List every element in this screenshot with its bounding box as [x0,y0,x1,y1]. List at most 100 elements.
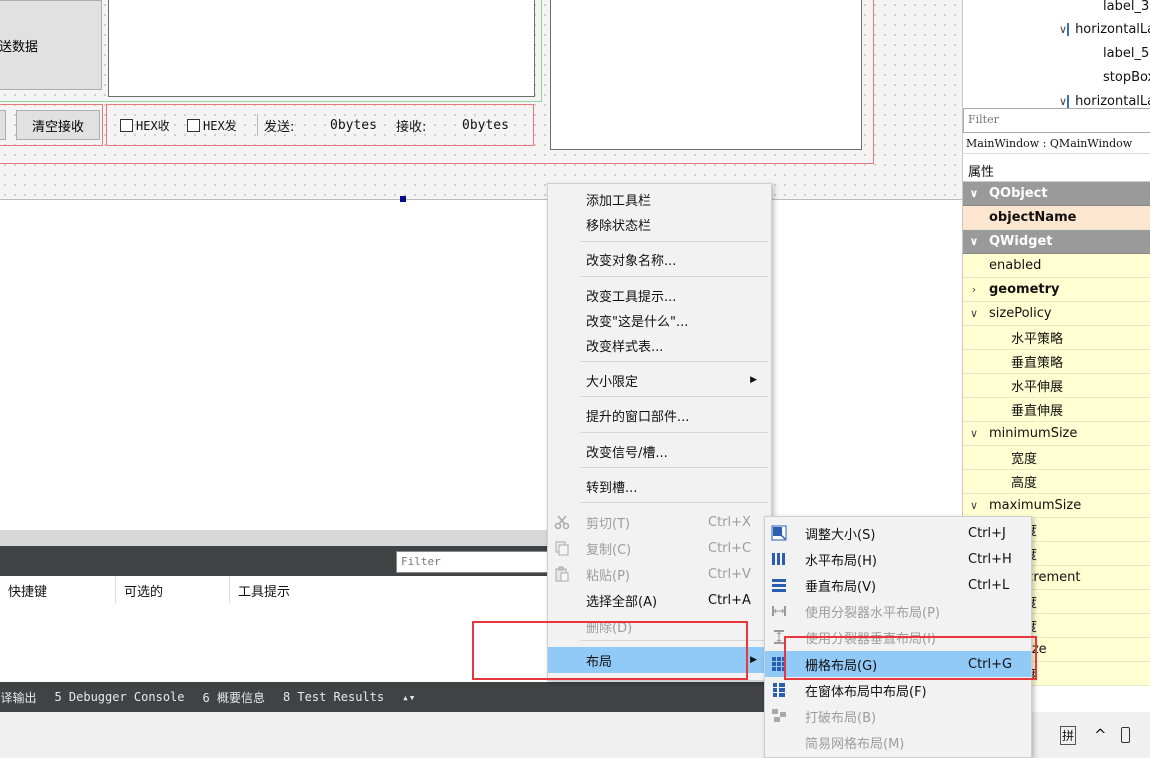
annotation-box-grid-layout [784,636,1037,680]
chevron-down-icon[interactable]: ∨ [1059,23,1067,36]
tab-summary[interactable]: 6 概要信息 [203,689,265,706]
column-tooltip[interactable]: 工具提示 [230,576,430,604]
left-button[interactable] [0,110,6,140]
menu-item-splitter-horizontal[interactable]: 使用分裂器水平布局(P) [765,598,1031,624]
ime-icon[interactable]: 拼 [1060,725,1077,745]
property-name: geometry [989,282,1060,297]
property-name: 水平伸展 [1011,380,1064,395]
column-shortcut[interactable]: 快捷键 [0,576,116,604]
menu-item-adjust-size[interactable]: 调整大小(S) Ctrl+J [765,520,1031,546]
chevron-up-icon[interactable]: ^ [1094,726,1107,744]
vertical-divider [257,114,258,136]
tab-test-results[interactable]: 8 Test Results [283,690,384,704]
menu-separator [580,361,768,362]
chevron-down-icon[interactable]: ∨ [965,427,983,440]
break-layout-icon [772,709,786,722]
menu-item-simplify-grid[interactable]: 简易网格布局(M) [765,729,1031,755]
property-name: 垂直伸展 [1011,404,1064,419]
tree-item[interactable]: stopBox [963,65,1150,89]
menu-item-change-stylesheet[interactable]: 改变样式表... [548,332,771,358]
menu-item-select-all[interactable]: 选择全部(A) Ctrl+A [548,587,771,613]
hex-send-checkbox[interactable]: HEX发 [187,114,237,136]
send-data-button[interactable]: 送数据 [0,0,102,90]
tree-item[interactable]: label_5 [963,41,1150,65]
property-row[interactable]: 水平策略 [963,326,1150,350]
tree-item-label: horizontalLayout [1075,93,1150,109]
menu-item-change-whats-this[interactable]: 改变"这是什么"... [548,307,771,333]
menu-item-horizontal-layout[interactable]: 水平布局(H) Ctrl+H [765,546,1031,572]
property-name: enabled [989,258,1042,273]
hex-receive-checkbox[interactable]: HEX收 [120,114,170,136]
menu-item-size-constraints[interactable]: 大小限定 ▶ [548,367,771,393]
property-row[interactable]: ∨ maximumSize [963,494,1150,518]
menu-item-vertical-layout[interactable]: 垂直布局(V) Ctrl+L [765,572,1031,598]
system-tray: 拼 ^ [1032,712,1150,758]
property-row[interactable]: › geometry [963,278,1150,302]
checkbox-box [187,118,200,132]
menu-separator [580,502,768,503]
menu-item-change-object-name[interactable]: 改变对象名称... [548,246,771,272]
menu-item-cut[interactable]: 剪切(T) Ctrl+X [548,509,771,535]
property-row[interactable]: 宽度 [963,446,1150,470]
receive-text-edit[interactable] [550,0,862,150]
menu-item-remove-statusbar[interactable]: 移除状态栏 [548,211,771,237]
property-row[interactable]: enabled [963,254,1150,278]
central-widget[interactable] [0,199,962,530]
menu-item-form-layout[interactable]: 在窗体布局中布局(F) [765,677,1031,703]
property-row[interactable]: 垂直伸展 [963,398,1150,422]
property-row[interactable]: 高度 [963,470,1150,494]
property-name: 水平策略 [1011,332,1064,347]
tab-compile-output[interactable]: 4 编译输出 [0,689,36,706]
hex-receive-label: HEX收 [136,118,170,133]
layout-icon [1067,94,1070,108]
property-row[interactable]: ∨ sizePolicy [963,302,1150,326]
menu-separator [580,396,768,397]
property-row[interactable]: ∨ QWidget [963,230,1150,254]
menu-separator [580,241,768,242]
property-row[interactable]: ∨ minimumSize [963,422,1150,446]
chevron-down-icon[interactable]: ∨ [965,499,983,512]
column-checkable[interactable]: 可选的 [116,576,230,604]
adjust-size-icon [771,525,787,541]
tree-item[interactable]: ∨ horizontalLayout [963,17,1150,41]
layout-icon [1067,22,1070,36]
copy-icon [555,541,569,556]
menu-item-paste[interactable]: 粘贴(P) Ctrl+V [548,561,771,587]
paste-icon [555,566,569,582]
usb-icon[interactable] [1120,727,1130,743]
chevron-down-icon[interactable]: ∨ [965,187,983,200]
menu-item-go-to-slot[interactable]: 转到槽... [548,473,771,499]
tree-item-label: stopBox [1103,69,1150,85]
selection-handle[interactable] [400,196,406,202]
menu-item-add-toolbar[interactable]: 添加工具栏 [548,186,771,212]
chevron-down-icon[interactable]: ∨ [965,235,983,248]
tree-item[interactable]: label_3 [963,0,1150,18]
menu-item-change-tooltip[interactable]: 改变工具提示... [548,282,771,308]
menu-item-break-layout[interactable]: 打破布局(B) [765,703,1031,729]
property-name: 垂直策略 [1011,356,1064,371]
property-filter-input[interactable]: Filter [963,108,1150,133]
updown-arrows-icon[interactable]: ▴▾ [402,691,415,704]
clear-receive-button[interactable]: 清空接收 [16,110,100,140]
property-name: 高度 [1011,476,1038,491]
property-row[interactable]: 水平伸展 [963,374,1150,398]
menu-item-change-signals-slots[interactable]: 改变信号/槽... [548,438,771,464]
scissors-icon [554,515,570,530]
property-name: 宽度 [1011,452,1038,467]
property-class-label: MainWindow : QMainWindow [963,134,1150,154]
chevron-down-icon[interactable]: ∨ [965,307,983,320]
tab-debugger-console[interactable]: 5 Debugger Console [54,690,184,704]
property-row[interactable]: ∨ QObject [963,182,1150,206]
form-layout-icon [773,683,785,697]
menu-item-copy[interactable]: 复制(C) Ctrl+C [548,535,771,561]
send-text-edit[interactable] [108,0,535,97]
menu-item-promote-to[interactable]: 提升的窗口部件... [548,402,771,428]
chevron-right-icon[interactable]: › [965,283,983,296]
chevron-down-icon[interactable]: ∨ [1059,95,1067,108]
property-row[interactable]: 垂直策略 [963,350,1150,374]
property-name: maximumSize [989,498,1082,513]
property-name: QWidget [989,234,1053,249]
vertical-layout-icon [772,579,786,592]
property-row[interactable]: objectName [963,206,1150,230]
horizontal-layout-icon [772,553,785,565]
